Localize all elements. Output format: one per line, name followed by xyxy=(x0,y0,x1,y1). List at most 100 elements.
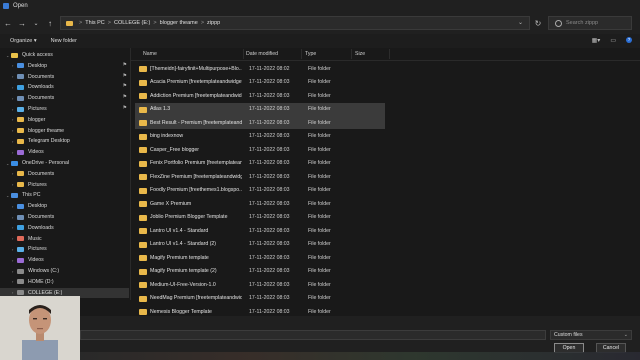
navigation-pane: ⌄ Quick access › Desktop ⚑ › Documents ⚑ › Downlo… xyxy=(0,48,131,300)
sidebar-item[interactable]: › Desktop xyxy=(0,201,129,211)
file-date-modified: 17-11-2022 08:02 xyxy=(249,65,290,72)
sidebar-item[interactable]: › Videos xyxy=(0,255,129,265)
organize-button[interactable]: Organize ▾ xyxy=(10,38,37,44)
view-options-icon[interactable]: ▦▾ xyxy=(592,37,601,44)
breadcrumb-college-drive[interactable]: COLLEGE (E:) xyxy=(114,20,150,26)
file-row[interactable]: Medium-UI-Free-Version-1.0 17-11-2022 08:… xyxy=(135,278,385,291)
column-divider[interactable] xyxy=(351,49,352,59)
sidebar-item[interactable]: ⌄ Quick access xyxy=(0,50,129,60)
sidebar-item-label: Downloads xyxy=(28,84,54,91)
file-row[interactable]: NeedMag Premium [freetemplateandwid... 17… xyxy=(135,292,385,305)
breadcrumb-separator: > xyxy=(79,20,83,26)
sidebar-item[interactable]: › HOME (D:) xyxy=(0,277,129,287)
file-row[interactable]: Addiction Premium [freetemplateandwid...… xyxy=(135,89,385,102)
forward-icon[interactable]: → xyxy=(16,17,28,29)
background-strip xyxy=(80,352,640,360)
file-row[interactable]: Best Result - Premium [freetemplateand..… xyxy=(135,116,385,129)
pictures-icon xyxy=(17,246,24,252)
file-row[interactable]: Lantro UI v1.4 - Standard (2) 17-11-2022 … xyxy=(135,238,385,251)
column-size[interactable]: Size xyxy=(355,51,365,57)
file-row[interactable]: FlexZine Premium [freetemplateandwidg...… xyxy=(135,170,385,183)
drive-icon xyxy=(17,290,24,296)
file-list: Name Date modified Type Size [Themeidn]-… xyxy=(131,48,640,316)
back-icon[interactable]: ← xyxy=(2,17,14,29)
sidebar-item[interactable]: › Windows (C:) xyxy=(0,266,129,276)
file-type: File folder xyxy=(308,254,331,261)
column-date-modified[interactable]: Date modified xyxy=(246,51,278,57)
drive-icon xyxy=(17,279,24,285)
column-name[interactable]: Name xyxy=(143,51,157,57)
sidebar-item-label: Telegram Desktop xyxy=(28,138,70,145)
up-icon[interactable]: ↑ xyxy=(44,17,56,29)
file-name-input[interactable] xyxy=(80,330,546,340)
sidebar-item[interactable]: › blogger theame xyxy=(0,126,129,136)
sidebar-item[interactable]: ⌄ This PC xyxy=(0,190,129,200)
file-date-modified: 17-11-2022 08:03 xyxy=(249,241,290,247)
file-row[interactable]: Atlas 1.3 17-11-2022 08:03 File folder xyxy=(135,102,385,116)
sidebar-item[interactable]: ⌄ OneDrive - Personal xyxy=(0,158,129,168)
sidebar-item[interactable]: › Documents xyxy=(0,212,129,222)
pin-icon: ⚑ xyxy=(122,83,127,90)
folder-icon xyxy=(139,201,147,207)
file-row[interactable]: Game X Premium 17-11-2022 08:03 File folde… xyxy=(135,197,385,210)
sidebar-item[interactable]: › Downloads xyxy=(0,223,129,233)
file-date-modified: 17-11-2022 08:03 xyxy=(249,227,290,234)
column-header-row: Name Date modified Type Size xyxy=(131,48,640,61)
file-name: Best Result - Premium [freetemplateand..… xyxy=(150,119,242,126)
file-row[interactable]: Magify Premium template 17-11-2022 08:03 F… xyxy=(135,251,385,264)
breadcrumb-this-pc[interactable]: This PC xyxy=(85,20,105,26)
file-date-modified: 17-11-2022 08:03 xyxy=(249,119,290,126)
sidebar-item[interactable]: › Documents ⚑ xyxy=(0,72,129,82)
column-type[interactable]: Type xyxy=(305,51,316,57)
new-folder-button[interactable]: New folder xyxy=(51,38,77,44)
videos-icon xyxy=(17,149,24,155)
file-type: File folder xyxy=(308,146,331,153)
file-row[interactable]: bing indexnow 17-11-2022 08:03 File folder xyxy=(135,130,385,143)
refresh-icon[interactable]: ↻ xyxy=(532,17,544,29)
sidebar-item[interactable]: › Pictures ⚑ xyxy=(0,104,129,114)
folder-icon xyxy=(139,228,147,234)
pin-icon: ⚑ xyxy=(122,94,127,101)
breadcrumb-blogger-theame[interactable]: blogger theame xyxy=(160,20,198,26)
file-row[interactable]: Casper_Free blogger 17-11-2022 08:03 File … xyxy=(135,143,385,156)
file-row[interactable]: [Themeidn]-fairyfinit+Multipurpose+Blo..… xyxy=(135,62,385,75)
search-box[interactable]: Search zippp xyxy=(548,16,632,30)
file-name: Joblio Premium Blogger Template xyxy=(150,214,228,220)
file-row[interactable]: Foodly Premium [freethemes1.blogspo... 17… xyxy=(135,184,385,197)
sidebar-item[interactable]: › Videos xyxy=(0,147,129,157)
file-name: Nemesis Blogger Template xyxy=(150,308,212,315)
folder-icon xyxy=(139,295,147,302)
sidebar-item[interactable]: › Pictures xyxy=(0,180,129,190)
help-icon[interactable]: ? xyxy=(626,37,632,43)
file-name: Fenix Portfolio Premium [freetemplatean.… xyxy=(150,160,242,166)
column-divider[interactable] xyxy=(301,49,302,59)
file-type: File folder xyxy=(308,133,331,139)
file-type: File folder xyxy=(308,106,331,112)
breadcrumb-zippp[interactable]: zippp xyxy=(207,20,220,26)
file-row[interactable]: Magify Premium template (2) 17-11-2022 08… xyxy=(135,265,385,278)
sidebar-item[interactable]: › Documents ⚑ xyxy=(0,93,129,103)
file-row[interactable]: Joblio Premium Blogger Template 17-11-202… xyxy=(135,211,385,224)
file-row[interactable]: Acacia Premium [freetemplateandwidget...… xyxy=(135,76,385,89)
sidebar-item[interactable]: › Desktop ⚑ xyxy=(0,61,129,71)
column-divider[interactable] xyxy=(389,49,390,59)
sidebar-item[interactable]: › Pictures xyxy=(0,244,129,254)
chevron-down-icon[interactable]: ⌄ xyxy=(518,19,523,26)
file-type-select[interactable]: Custom files ⌄ xyxy=(550,330,632,340)
file-row[interactable]: Nemesis Blogger Template 17-11-2022 08:03… xyxy=(135,305,385,316)
sidebar-item[interactable]: › Documents xyxy=(0,169,129,179)
file-type: File folder xyxy=(308,187,331,193)
recent-locations-chevron-down-icon[interactable]: ⌄ xyxy=(30,17,42,29)
address-bar[interactable]: > This PC > COLLEGE (E:) > blogger theam… xyxy=(60,16,530,30)
sidebar-item[interactable]: › Telegram Desktop xyxy=(0,136,129,146)
preview-pane-icon[interactable]: ▭ xyxy=(610,37,616,44)
command-bar: Organize ▾ New folder xyxy=(0,34,640,49)
sidebar-item[interactable]: › Downloads ⚑ xyxy=(0,82,129,92)
folder-icon xyxy=(139,133,147,140)
sidebar-item[interactable]: › blogger xyxy=(0,115,129,125)
column-divider[interactable] xyxy=(243,49,244,59)
sidebar-item[interactable]: › Music xyxy=(0,234,129,244)
file-row[interactable]: Lantro UI v1.4 - Standard 17-11-2022 08:0… xyxy=(135,224,385,237)
file-row[interactable]: Fenix Portfolio Premium [freetemplatean.… xyxy=(135,157,385,170)
file-name: Atlas 1.3 xyxy=(150,106,171,112)
